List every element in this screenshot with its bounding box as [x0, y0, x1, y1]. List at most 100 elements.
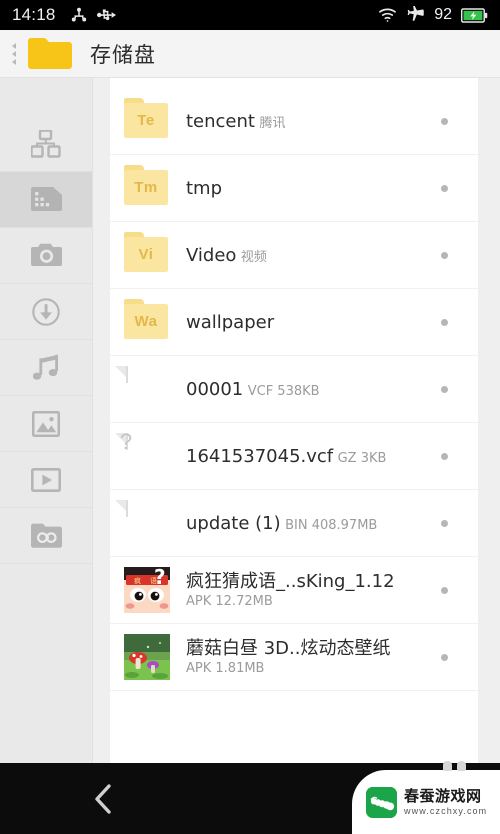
list-item-title: Video	[186, 244, 237, 266]
list-item[interactable]: 蘑菇白昼 3D..炫动态壁纸 APK 1.81MB	[110, 624, 478, 691]
apk-item-icon: 疯 语 ?	[124, 565, 170, 613]
folder-item-icon: Wa	[124, 299, 170, 345]
triple-left-arrow-icon[interactable]	[4, 42, 24, 65]
battery-charging-icon	[461, 7, 488, 23]
list-item[interactable]: ? 1641537045.vcf GZ 3KB	[110, 423, 478, 490]
status-bar: 14:18 92	[0, 0, 500, 30]
list-item[interactable]: Te tencent 腾讯	[110, 88, 478, 155]
list-item-title: 蘑菇白昼 3D..炫动态壁纸	[186, 637, 391, 659]
download-circle-icon	[32, 297, 60, 326]
system-nav-bar: 春蚕游戏网 www.czchxy.com	[0, 761, 500, 834]
list-item-subtitle: VCF 538KB	[247, 383, 320, 399]
folder-initials: Tm	[134, 179, 158, 196]
phone-screen: 14:18 92 存储盘 Te tencent 腾讯 Tm tmp Vi Vid…	[0, 0, 500, 834]
list-top-spacer	[110, 78, 478, 88]
list-item[interactable]: Vi Video 视频	[110, 222, 478, 289]
list-item-subtitle: APK 1.81MB	[186, 660, 265, 676]
list-item-text: tmp	[186, 178, 441, 199]
sidebar	[0, 78, 93, 763]
sd-card-icon	[30, 186, 62, 213]
list-item-subtitle: 视频	[240, 249, 267, 265]
list-item-text: tencent 腾讯	[186, 111, 441, 132]
sidebar-top-spacer	[0, 78, 92, 116]
mushroom-wallpaper-icon	[124, 634, 170, 684]
list-item-title: tencent	[186, 110, 255, 132]
folder-initials: Vi	[138, 246, 154, 263]
sidebar-gutter	[94, 78, 110, 763]
status-left-icons	[70, 6, 116, 24]
list-item[interactable]: Tm tmp	[110, 155, 478, 222]
music-note-icon	[32, 354, 60, 382]
list-item-text: Video 视频	[186, 245, 441, 266]
sidebar-item-sdcard[interactable]	[0, 172, 92, 228]
list-item-text: update (1) BIN 408.97MB	[186, 513, 441, 534]
more-dot-icon[interactable]	[441, 586, 448, 594]
list-item-subtitle: GZ 3KB	[337, 450, 387, 466]
watermark-dots-icon	[443, 761, 466, 771]
list-item-title: wallpaper	[186, 311, 275, 333]
usb-icon	[96, 7, 116, 23]
list-item-title: tmp	[186, 177, 223, 199]
more-dot-icon[interactable]	[441, 318, 448, 326]
camera-icon	[30, 243, 62, 268]
status-time: 14:18	[12, 5, 56, 24]
watermark-site-name: 春蚕游戏网	[404, 786, 482, 805]
more-dot-icon[interactable]	[441, 251, 448, 259]
unknown-file-icon: ?	[115, 429, 170, 479]
content-area: Te tencent 腾讯 Tm tmp Vi Video 视频 Wa wall…	[0, 78, 500, 763]
wifi-icon	[378, 7, 397, 23]
image-icon	[32, 410, 60, 437]
list-item-subtitle: APK 12.72MB	[186, 593, 273, 609]
share-nodes-icon	[70, 6, 88, 24]
site-watermark: 春蚕游戏网 www.czchxy.com	[352, 761, 500, 834]
list-item-text: 蘑菇白昼 3D..炫动态壁纸 APK 1.81MB	[186, 638, 441, 677]
list-item-subtitle: BIN 408.97MB	[285, 517, 378, 533]
apps-grid-icon	[31, 129, 61, 158]
status-right-icons: 92	[378, 6, 488, 24]
more-dot-icon[interactable]	[441, 117, 448, 125]
folder-item-icon: Vi	[124, 232, 170, 278]
sidebar-item-camera[interactable]	[0, 228, 92, 284]
list-item[interactable]: update (1) BIN 408.97MB	[110, 490, 478, 557]
battery-percent-label: 92	[434, 6, 452, 23]
watermark-site-url: www.czchxy.com	[404, 805, 488, 816]
list-item-text: wallpaper	[186, 312, 441, 333]
list-item-text: 1641537045.vcf GZ 3KB	[186, 446, 441, 467]
idiom-game-icon: 疯 语 ?	[124, 565, 170, 617]
silkworm-logo-icon	[366, 786, 397, 818]
bin-file-icon	[115, 500, 170, 546]
title-bar: 存储盘	[0, 30, 500, 78]
list-item-title: 1641537045.vcf	[186, 445, 334, 467]
more-dot-icon[interactable]	[441, 519, 448, 527]
list-item[interactable]: Wa wallpaper	[110, 289, 478, 356]
video-play-icon	[31, 467, 61, 492]
list-item-title: 00001	[186, 378, 244, 400]
folder-item-icon: Tm	[124, 165, 170, 211]
folder-item-icon: Te	[124, 98, 170, 144]
list-item[interactable]: 00001 VCF 538KB	[110, 356, 478, 423]
sidebar-item-apps[interactable]	[0, 116, 92, 172]
more-dot-icon[interactable]	[441, 653, 448, 661]
contact-file-icon	[115, 366, 170, 412]
list-item-text: 00001 VCF 538KB	[186, 379, 441, 400]
list-item-title: 疯狂猜成语_..sKing_1.12	[186, 570, 395, 592]
file-list[interactable]: Te tencent 腾讯 Tm tmp Vi Video 视频 Wa wall…	[110, 78, 478, 763]
sidebar-item-images[interactable]	[0, 396, 92, 452]
list-item-subtitle: 腾讯	[259, 115, 286, 131]
list-item-text: 疯狂猜成语_..sKing_1.12 APK 12.72MB	[186, 571, 441, 610]
apk-item-icon	[124, 634, 170, 680]
list-item-title: update (1)	[186, 512, 281, 534]
folder-initials: Te	[137, 112, 155, 129]
sidebar-item-videos[interactable]	[0, 452, 92, 508]
page-title: 存储盘	[90, 42, 156, 67]
back-chevron-icon[interactable]	[92, 782, 116, 816]
list-item[interactable]: 疯 语 ?	[110, 557, 478, 624]
more-dot-icon[interactable]	[441, 184, 448, 192]
sidebar-item-music[interactable]	[0, 340, 92, 396]
more-dot-icon[interactable]	[441, 385, 448, 393]
more-dot-icon[interactable]	[441, 452, 448, 460]
airplane-mode-icon	[406, 6, 425, 24]
sidebar-item-private[interactable]	[0, 508, 92, 564]
sidebar-item-downloads[interactable]	[0, 284, 92, 340]
folder-icon	[26, 35, 74, 73]
